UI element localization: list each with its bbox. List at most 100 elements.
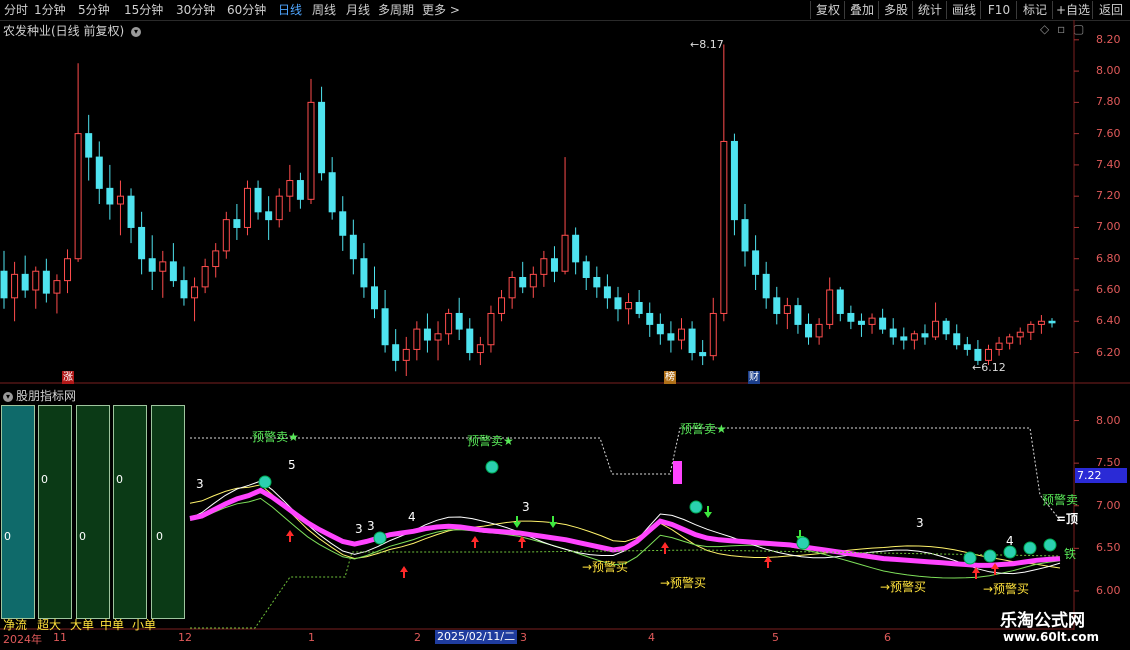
candle-body	[625, 302, 633, 310]
candle-body	[11, 273, 19, 299]
bottom-tag: 铁	[1064, 547, 1077, 561]
candle-body	[445, 312, 453, 335]
candle-body	[169, 261, 177, 282]
sell-arrow-icon	[704, 506, 712, 518]
x-label-jun: 6	[884, 631, 891, 644]
watermark-url: www.60lt.com	[1003, 630, 1100, 644]
candle-body	[1027, 323, 1035, 333]
candle-body	[984, 348, 992, 361]
count-label: 4	[408, 510, 416, 524]
buy-warning-4: →预警买	[983, 582, 1030, 596]
candle-body	[1006, 336, 1014, 344]
candle-body	[392, 344, 400, 361]
candle-body	[995, 342, 1003, 350]
candle-body	[667, 333, 675, 341]
count-label: 3	[196, 477, 204, 491]
candle-body	[85, 133, 93, 158]
candle-body	[508, 276, 516, 299]
candle-body	[805, 323, 813, 338]
buy-arrow-icon	[286, 530, 294, 542]
signal-circle-icon	[485, 460, 499, 474]
candle-body	[540, 258, 548, 275]
candle-body	[402, 348, 410, 361]
selected-date: 2025/02/11/二	[435, 630, 518, 644]
candle-body	[434, 333, 442, 341]
candle-body	[328, 172, 336, 213]
candle-body	[307, 101, 315, 200]
x-label-apr: 4	[648, 631, 655, 644]
price-tick-label: 7.20	[1096, 189, 1121, 203]
flow-label-small: 小单	[132, 618, 157, 632]
candle-body	[593, 276, 601, 288]
candle-body	[201, 266, 209, 288]
candle-body	[614, 297, 622, 310]
limit-up-marker[interactable]: 涨	[62, 371, 74, 384]
candle-body	[360, 258, 368, 288]
candle-body	[116, 195, 124, 205]
sell-warning-4: 预警卖	[1042, 493, 1079, 507]
yellow-line	[189, 484, 1061, 569]
indicator-tick-label: 6.50	[1096, 541, 1121, 555]
candle-body	[836, 289, 844, 314]
candle-body	[371, 286, 379, 310]
count-label: 3	[522, 500, 530, 514]
candle-body	[879, 317, 887, 330]
signal-circle-icon	[689, 500, 703, 514]
candle-body	[159, 261, 167, 272]
price-tick-label: 6.40	[1096, 314, 1121, 328]
candle-body	[932, 320, 940, 338]
candle-body	[699, 352, 707, 357]
sell-arrow-icon	[513, 516, 521, 528]
x-label-jan: 1	[308, 631, 315, 644]
candle-body	[688, 328, 696, 354]
candle-body	[730, 140, 738, 221]
candle-body	[953, 333, 961, 346]
candle-body	[752, 250, 760, 275]
candle-body	[42, 270, 50, 294]
dashed-resistance-line	[190, 427, 1061, 521]
indicator-tick-label: 7.00	[1096, 498, 1121, 512]
flow-bar-small	[151, 405, 185, 619]
candle-body	[191, 286, 199, 299]
signal-circle-icon	[1023, 541, 1037, 555]
flow-value-small: 0	[156, 530, 163, 543]
signal-circle-icon	[1043, 538, 1057, 552]
candle-body	[529, 273, 537, 288]
x-label-dec: 12	[178, 631, 192, 644]
candle-body	[32, 270, 40, 291]
candle-body	[773, 297, 781, 314]
flow-bar-large	[76, 405, 110, 619]
price-tick-label: 7.00	[1096, 220, 1121, 234]
watermark-title: 乐淘公式网	[1000, 611, 1085, 631]
sell-arrow-icon	[549, 516, 557, 528]
top-tag: =顶	[1056, 512, 1079, 526]
signal-circle-icon	[373, 531, 387, 545]
flow-bar-net	[1, 405, 35, 619]
count-label: 4	[1006, 534, 1014, 548]
ranking-marker[interactable]: 榜	[664, 371, 676, 384]
candle-body	[487, 312, 495, 346]
signal-circle-icon	[258, 475, 272, 489]
magenta-block	[673, 461, 682, 484]
price-tick-label: 6.20	[1096, 345, 1121, 359]
candle-body	[963, 344, 971, 350]
candle-body	[466, 328, 474, 354]
buy-arrow-icon	[661, 542, 669, 554]
candle-body	[498, 297, 506, 314]
candle-body	[900, 336, 908, 341]
candle-body	[561, 234, 569, 272]
candle-body	[942, 320, 950, 335]
candle-body	[21, 273, 29, 291]
candle-body	[720, 140, 728, 314]
count-label: 3	[916, 516, 924, 530]
candle-body	[582, 261, 590, 278]
candle-body	[572, 234, 580, 263]
candle-body	[656, 323, 664, 335]
flow-value-medium: 0	[116, 473, 123, 486]
buy-arrow-icon	[471, 536, 479, 548]
flow-bar-medium	[113, 405, 147, 619]
candle-body	[53, 280, 61, 294]
finance-marker[interactable]: 财	[748, 371, 760, 384]
flow-value-super: 0	[41, 473, 48, 486]
buy-warning-1: →预警买	[582, 560, 629, 574]
